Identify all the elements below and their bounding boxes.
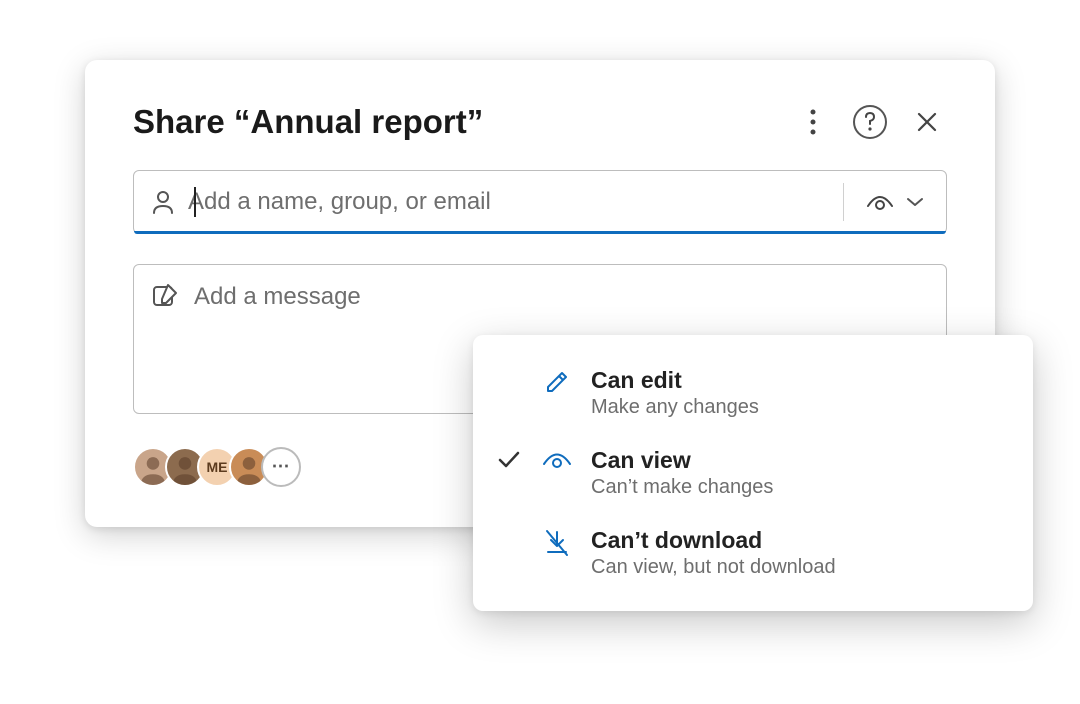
perm-option-title: Can view bbox=[591, 447, 1005, 474]
permission-dropdown: Can editMake any changesCan viewCan’t ma… bbox=[473, 335, 1033, 611]
eye-icon bbox=[866, 192, 894, 212]
perm-option-can-view[interactable]: Can viewCan’t make changes bbox=[473, 433, 1033, 513]
perm-option-desc: Make any changes bbox=[591, 396, 1005, 419]
close-button[interactable] bbox=[907, 102, 947, 142]
person-icon bbox=[152, 190, 174, 214]
check-icon bbox=[495, 527, 523, 531]
avatar-more[interactable]: ⋯ bbox=[261, 447, 301, 487]
more-options-button[interactable] bbox=[793, 102, 833, 142]
shared-with-avatars[interactable]: ME⋯ bbox=[133, 447, 301, 487]
dialog-title: Share “Annual report” bbox=[133, 103, 483, 141]
no-download-icon bbox=[541, 527, 573, 557]
check-icon bbox=[495, 367, 523, 371]
chevron-down-icon bbox=[906, 196, 924, 208]
recipient-input-area[interactable] bbox=[134, 171, 843, 233]
text-caret bbox=[194, 187, 196, 217]
question-icon bbox=[863, 112, 877, 132]
header-actions bbox=[793, 102, 947, 142]
perm-option-title: Can’t download bbox=[591, 527, 1005, 554]
pencil-icon bbox=[541, 367, 573, 395]
perm-option-desc: Can’t make changes bbox=[591, 476, 1005, 499]
recipient-input[interactable] bbox=[188, 188, 825, 216]
permission-selector[interactable] bbox=[843, 183, 946, 221]
close-icon bbox=[916, 111, 938, 133]
perm-option-can-edit[interactable]: Can editMake any changes bbox=[473, 353, 1033, 433]
recipient-input-row bbox=[133, 170, 947, 234]
perm-option-desc: Can view, but not download bbox=[591, 556, 1005, 579]
dialog-header: Share “Annual report” bbox=[133, 102, 947, 142]
share-dialog: Share “Annual report” ME⋯ bbox=[85, 60, 995, 527]
compose-icon bbox=[152, 283, 178, 309]
eye-icon bbox=[541, 447, 573, 471]
perm-option-cant-download[interactable]: Can’t downloadCan view, but not download bbox=[473, 513, 1033, 593]
more-vertical-icon bbox=[810, 109, 816, 135]
help-button[interactable] bbox=[853, 105, 887, 139]
check-icon bbox=[495, 447, 523, 469]
perm-option-title: Can edit bbox=[591, 367, 1005, 394]
